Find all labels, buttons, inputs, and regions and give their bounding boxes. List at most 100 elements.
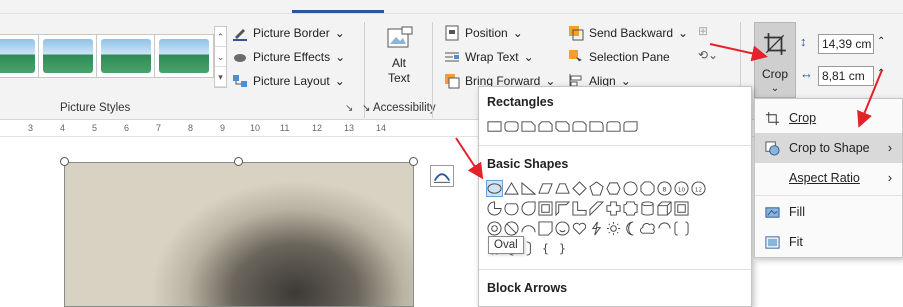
crop-dropdown-icon[interactable]: ⌄ [755,83,795,94]
bring-forward-icon [444,73,460,89]
heptagon-shape[interactable] [623,181,638,196]
picture-style-4[interactable] [154,34,214,78]
send-backward-button[interactable]: Send Backward ⌄ [568,22,688,44]
rectangle-shape[interactable] [487,119,502,134]
twelve-sided-shape[interactable]: 12 [691,181,706,196]
folded-corner-shape[interactable] [538,221,553,236]
snip-round-rectangle-shape[interactable] [572,119,587,134]
resize-handle-top-right[interactable] [409,157,418,166]
wrap-text-button[interactable]: Wrap Text ⌄ [444,46,534,68]
hexagon-shape[interactable] [606,181,621,196]
decagon-shape[interactable]: 8 [657,181,672,196]
picture-effects-button[interactable]: Picture Effects ⌄ [232,46,345,68]
fit-menu-item[interactable]: Fit [755,227,902,257]
aspect-ratio-menu-item[interactable]: Aspect Ratio › [755,163,902,193]
submenu-arrow-icon: › [887,141,892,155]
cloud-shape[interactable] [640,221,655,236]
chord-shape[interactable] [504,201,519,216]
basic-shapes-row-3 [487,221,689,236]
no-symbol-shape[interactable] [504,221,519,236]
diamond-shape[interactable] [572,181,587,196]
fill-icon [755,205,789,220]
rotate-icon[interactable]: ⟲⌄ [698,48,718,62]
gallery-scroll[interactable]: ⌃ ⌄ ▾ [214,26,227,88]
cross-shape[interactable] [606,201,621,216]
plaque-shape[interactable] [623,201,638,216]
layout-options-icon[interactable] [430,165,454,187]
teardrop-shape[interactable] [521,201,536,216]
pie-shape[interactable] [487,201,502,216]
width-input[interactable]: 8,81 cm [818,66,874,86]
group-icon[interactable]: ⊞ [698,24,708,38]
crop-menu-icon [755,111,789,126]
alt-text-icon [387,26,413,48]
gallery-more-icon[interactable]: ▾ [215,67,226,87]
snip-corner-rectangle-shape[interactable] [521,119,536,134]
crop-to-shape-menu-item[interactable]: Crop to Shape › [755,133,902,163]
resize-handle-top-left[interactable] [60,157,69,166]
lightning-bolt-shape[interactable] [589,221,604,236]
left-brace-shape[interactable]: { [538,241,553,256]
bevel-shape[interactable] [674,201,689,216]
heart-shape[interactable] [572,221,587,236]
selection-pane-button[interactable]: Selection Pane [568,46,670,68]
basic-shapes-row-1: 8 10 12 [486,180,706,197]
round-single-corner-rectangle-shape[interactable] [589,119,604,134]
send-backward-icon [568,25,584,41]
height-icon: ↕ [800,34,807,49]
basic-shapes-heading: Basic Shapes [487,157,569,171]
oval-shape[interactable] [486,180,503,197]
picture-effects-icon [232,49,248,65]
crop-to-shape-icon [755,140,789,156]
picture-style-1[interactable] [0,34,40,78]
pentagon-shape[interactable] [589,181,604,196]
resize-handle-top-middle[interactable] [234,157,243,166]
arc-shape[interactable] [657,221,672,236]
diagonal-stripe-shape[interactable] [589,201,604,216]
round-diagonal-rectangle-shape[interactable] [623,119,638,134]
selected-photo[interactable] [64,162,414,307]
crop-icon [764,33,786,55]
can-shape[interactable] [640,201,655,216]
gallery-down-icon[interactable]: ⌄ [215,47,226,67]
gallery-up-icon[interactable]: ⌃ [215,27,226,47]
cube-shape[interactable] [657,201,672,216]
snip-diagonal-rectangle-shape[interactable] [555,119,570,134]
parallelogram-shape[interactable] [538,181,553,196]
height-spinner[interactable]: ⌃ [877,36,885,47]
svg-text:12: 12 [695,187,702,193]
l-shape[interactable] [572,201,587,216]
alt-text-button[interactable]: Alt Text [378,26,420,86]
basic-shapes-row-2 [487,201,689,216]
moon-shape[interactable] [623,221,638,236]
smiley-face-shape[interactable] [555,221,570,236]
half-frame-shape[interactable] [555,201,570,216]
dodecagon-shape[interactable]: 10 [674,181,689,196]
fill-menu-item[interactable]: Fill [755,197,902,227]
dialog-launcher-icon[interactable]: ↘ [345,103,353,114]
right-triangle-shape[interactable] [521,181,536,196]
crop-button[interactable]: Crop ⌄ [754,22,796,98]
round-same-side-rectangle-shape[interactable] [606,119,621,134]
rounded-rectangle-shape[interactable] [504,119,519,134]
block-arc-shape[interactable] [521,221,536,236]
trapezoid-shape[interactable] [555,181,570,196]
width-spinner[interactable]: ⌃ [877,68,885,79]
picture-layout-button[interactable]: Picture Layout ⌄ [232,70,345,92]
svg-text:}: } [559,242,566,255]
picture-style-2[interactable] [38,34,98,78]
octagon-shape[interactable] [640,181,655,196]
svg-text:10: 10 [678,187,686,193]
triangle-shape[interactable] [504,181,519,196]
height-input[interactable]: 14,39 cm [818,34,874,54]
position-button[interactable]: Position ⌄ [444,22,523,44]
snip-same-side-rectangle-shape[interactable] [538,119,553,134]
right-brace-shape[interactable]: } [555,241,570,256]
sun-shape[interactable] [606,221,621,236]
picture-border-button[interactable]: Picture Border ⌄ [232,22,345,44]
picture-style-3[interactable] [96,34,156,78]
double-bracket-shape[interactable] [674,221,689,236]
frame-shape[interactable] [538,201,553,216]
donut-shape[interactable] [487,221,502,236]
crop-menu-item[interactable]: Crop [755,103,902,133]
